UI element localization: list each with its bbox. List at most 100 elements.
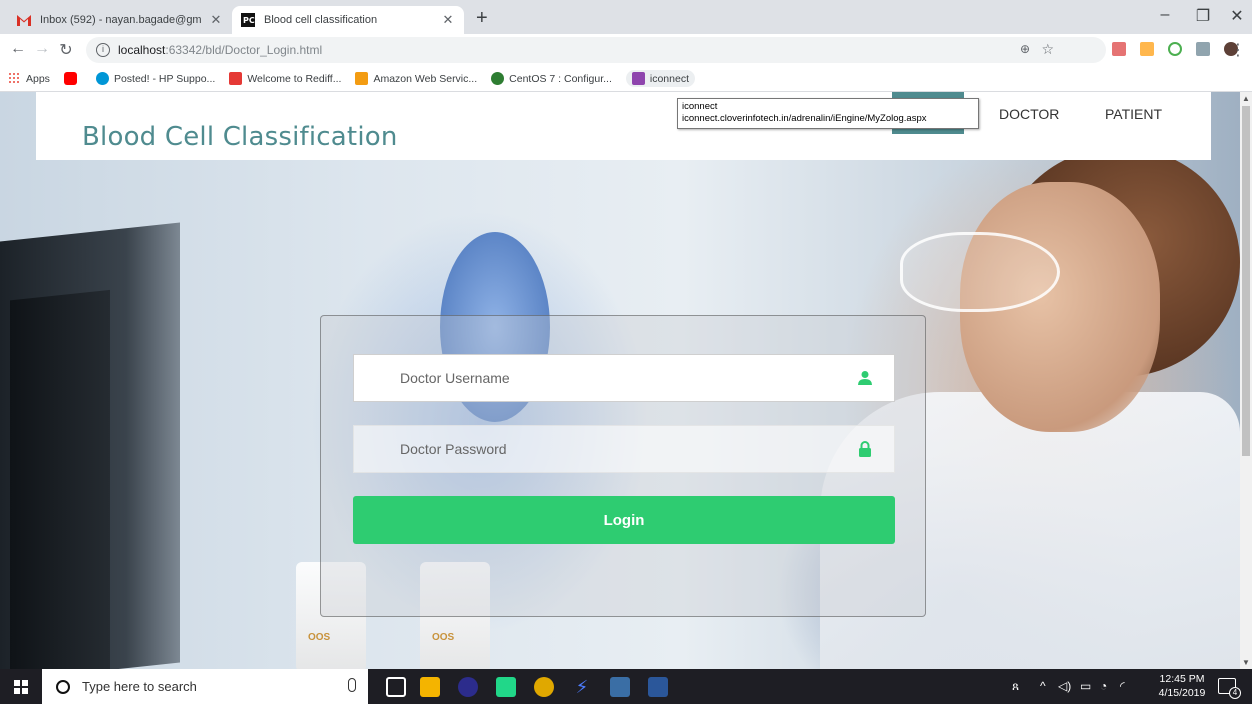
download-extension-icon[interactable] xyxy=(1140,42,1154,56)
close-icon[interactable]: ✕ xyxy=(440,12,456,28)
bookmark-label: Apps xyxy=(26,72,50,85)
username-placeholder: Doctor Username xyxy=(400,370,510,386)
clock-time: 12:45 PM xyxy=(1159,673,1205,685)
youtube-icon xyxy=(63,72,77,85)
task-view-icon[interactable] xyxy=(386,677,406,697)
zoom-icon[interactable]: ⊕ xyxy=(1020,42,1030,56)
bookmark-label: CentOS 7 : Configur... xyxy=(509,72,612,85)
bookmark-iconnect[interactable]: iconnect xyxy=(625,70,695,87)
tray-chevron-icon[interactable]: ^ xyxy=(1040,679,1046,693)
remote-desktop-icon[interactable] xyxy=(610,677,630,697)
bottle-label: OOS xyxy=(432,632,455,643)
network-icon[interactable]: ◔ xyxy=(1100,679,1107,693)
people-icon[interactable]: ጸ xyxy=(1012,679,1019,694)
menu-kebab-icon[interactable]: ⋮ xyxy=(1228,40,1248,60)
site-brand[interactable]: Blood Cell Classification xyxy=(82,122,398,152)
bookmark-aws[interactable]: Amazon Web Servic... xyxy=(355,72,477,85)
lightning-app-icon[interactable]: ⚡ xyxy=(572,677,592,697)
check-extension-icon[interactable] xyxy=(1168,42,1182,56)
clock-date: 4/15/2019 xyxy=(1158,687,1206,699)
notification-count: 4 xyxy=(1229,687,1241,699)
bookmark-label: iconnect xyxy=(649,72,689,85)
chrome-icon[interactable] xyxy=(534,677,554,697)
pycharm-taskbar-icon[interactable] xyxy=(496,677,516,697)
tab-inbox[interactable]: Inbox (592) - nayan.bagade@gm ✕ xyxy=(8,6,232,34)
volume-icon[interactable]: ◁) xyxy=(1058,679,1071,693)
browser-tab-strip: Inbox (592) - nayan.bagade@gm ✕ PC Blood… xyxy=(0,0,1252,34)
new-tab-button[interactable]: + xyxy=(476,8,488,28)
tab-title: Inbox (592) - nayan.bagade@gm xyxy=(40,14,202,26)
bookmark-rediff[interactable]: Welcome to Rediff... xyxy=(229,72,341,85)
tooltip-title: iconnect xyxy=(682,101,718,112)
bookmark-label: Amazon Web Servic... xyxy=(373,72,478,85)
nav-doctor[interactable]: DOCTOR xyxy=(999,106,1059,122)
bookmarks-bar: Apps Posted! - HP Suppo... Welcome to Re… xyxy=(0,66,1252,92)
forward-icon[interactable]: → xyxy=(32,40,52,58)
url-path: :63342/bld/Doctor_Login.html xyxy=(165,43,323,57)
lock-icon xyxy=(859,441,871,457)
page-viewport: OOS OOS Blood Cell Classification DOCTOR… xyxy=(0,92,1240,669)
close-icon[interactable]: ✕ xyxy=(208,12,224,28)
address-bar[interactable]: i localhost:63342/bld/Doctor_Login.html … xyxy=(86,37,1106,63)
scroll-thumb[interactable] xyxy=(1242,106,1250,456)
tab-blood-cell[interactable]: PC Blood cell classification ✕ xyxy=(232,6,464,34)
bookmark-apps[interactable]: Apps xyxy=(8,72,50,85)
bookmark-centos[interactable]: CentOS 7 : Configur... xyxy=(491,72,612,85)
cortana-icon xyxy=(56,679,70,694)
info-icon[interactable]: i xyxy=(96,43,110,57)
aws-cube-icon xyxy=(355,72,369,85)
extension-icons xyxy=(1112,42,1238,56)
reload-icon[interactable]: ↻ xyxy=(56,40,76,60)
password-placeholder: Doctor Password xyxy=(400,441,507,457)
page-scrollbar[interactable]: ▲ ▼ xyxy=(1240,92,1252,669)
bookmark-label: Posted! - HP Suppo... xyxy=(113,72,216,85)
file-explorer-icon[interactable] xyxy=(420,677,440,697)
back-icon[interactable]: ← xyxy=(8,40,28,58)
globe-icon xyxy=(491,72,505,85)
login-button[interactable]: Login xyxy=(353,496,895,544)
scroll-up-icon[interactable]: ▲ xyxy=(1242,94,1250,103)
pycharm-icon: PC xyxy=(240,12,256,28)
wifi-icon[interactable]: ◜ xyxy=(1120,679,1125,693)
url-host: localhost xyxy=(118,43,166,57)
bookmark-star-icon[interactable]: ☆ xyxy=(1041,41,1054,58)
bookmark-label: Welcome to Rediff... xyxy=(247,72,342,85)
windows-taskbar: Type here to search ⚡ ጸ ^ ◁) ▭ ◔ ◜ 12:45… xyxy=(0,669,1252,704)
svg-text:PC: PC xyxy=(243,16,255,25)
nav-patient[interactable]: PATIENT xyxy=(1105,106,1162,122)
windows-start-icon[interactable] xyxy=(14,680,28,694)
apps-grid-icon xyxy=(8,72,21,85)
word-icon[interactable] xyxy=(648,677,668,697)
user-icon xyxy=(858,371,872,385)
restore-icon[interactable]: ❐ xyxy=(1188,6,1218,26)
taskbar-clock[interactable]: 12:45 PM 4/15/2019 xyxy=(1152,672,1212,700)
password-input[interactable]: Doctor Password xyxy=(353,425,895,473)
bottle-label: OOS xyxy=(308,632,331,643)
search-placeholder: Type here to search xyxy=(82,679,197,694)
bookmark-hp[interactable]: Posted! - HP Suppo... xyxy=(95,72,216,85)
rediff-icon xyxy=(229,72,243,85)
minimize-icon[interactable]: – xyxy=(1150,6,1180,24)
gmail-icon xyxy=(16,12,32,28)
window-close-icon[interactable]: ✕ xyxy=(1222,6,1252,26)
tooltip-url: iconnect.cloverinfotech.in/adrenalin/iEn… xyxy=(682,113,927,124)
eclipse-icon[interactable] xyxy=(458,677,478,697)
microphone-icon[interactable] xyxy=(348,678,356,692)
taskbar-search[interactable]: Type here to search xyxy=(42,669,368,704)
background-goggles xyxy=(900,232,1060,312)
iconnect-icon xyxy=(631,72,645,85)
hp-icon xyxy=(95,72,109,85)
tab-title: Blood cell classification xyxy=(264,14,378,26)
link-tooltip: iconnect iconnect.cloverinfotech.in/adre… xyxy=(677,98,979,129)
login-panel: Doctor Username Doctor Password Login xyxy=(320,315,926,617)
notification-center-icon[interactable]: 4 xyxy=(1218,678,1241,699)
image-extension-icon[interactable] xyxy=(1196,42,1210,56)
battery-icon[interactable]: ▭ xyxy=(1080,679,1091,693)
background-monitor xyxy=(0,222,180,669)
pdf-extension-icon[interactable] xyxy=(1112,42,1126,56)
browser-toolbar: ← → ↻ i localhost:63342/bld/Doctor_Login… xyxy=(0,34,1252,66)
scroll-down-icon[interactable]: ▼ xyxy=(1242,658,1250,667)
bookmark-youtube[interactable] xyxy=(63,72,82,85)
site-header: Blood Cell Classification DOCTOR PATIENT xyxy=(36,92,1211,160)
username-input[interactable]: Doctor Username xyxy=(353,354,895,402)
